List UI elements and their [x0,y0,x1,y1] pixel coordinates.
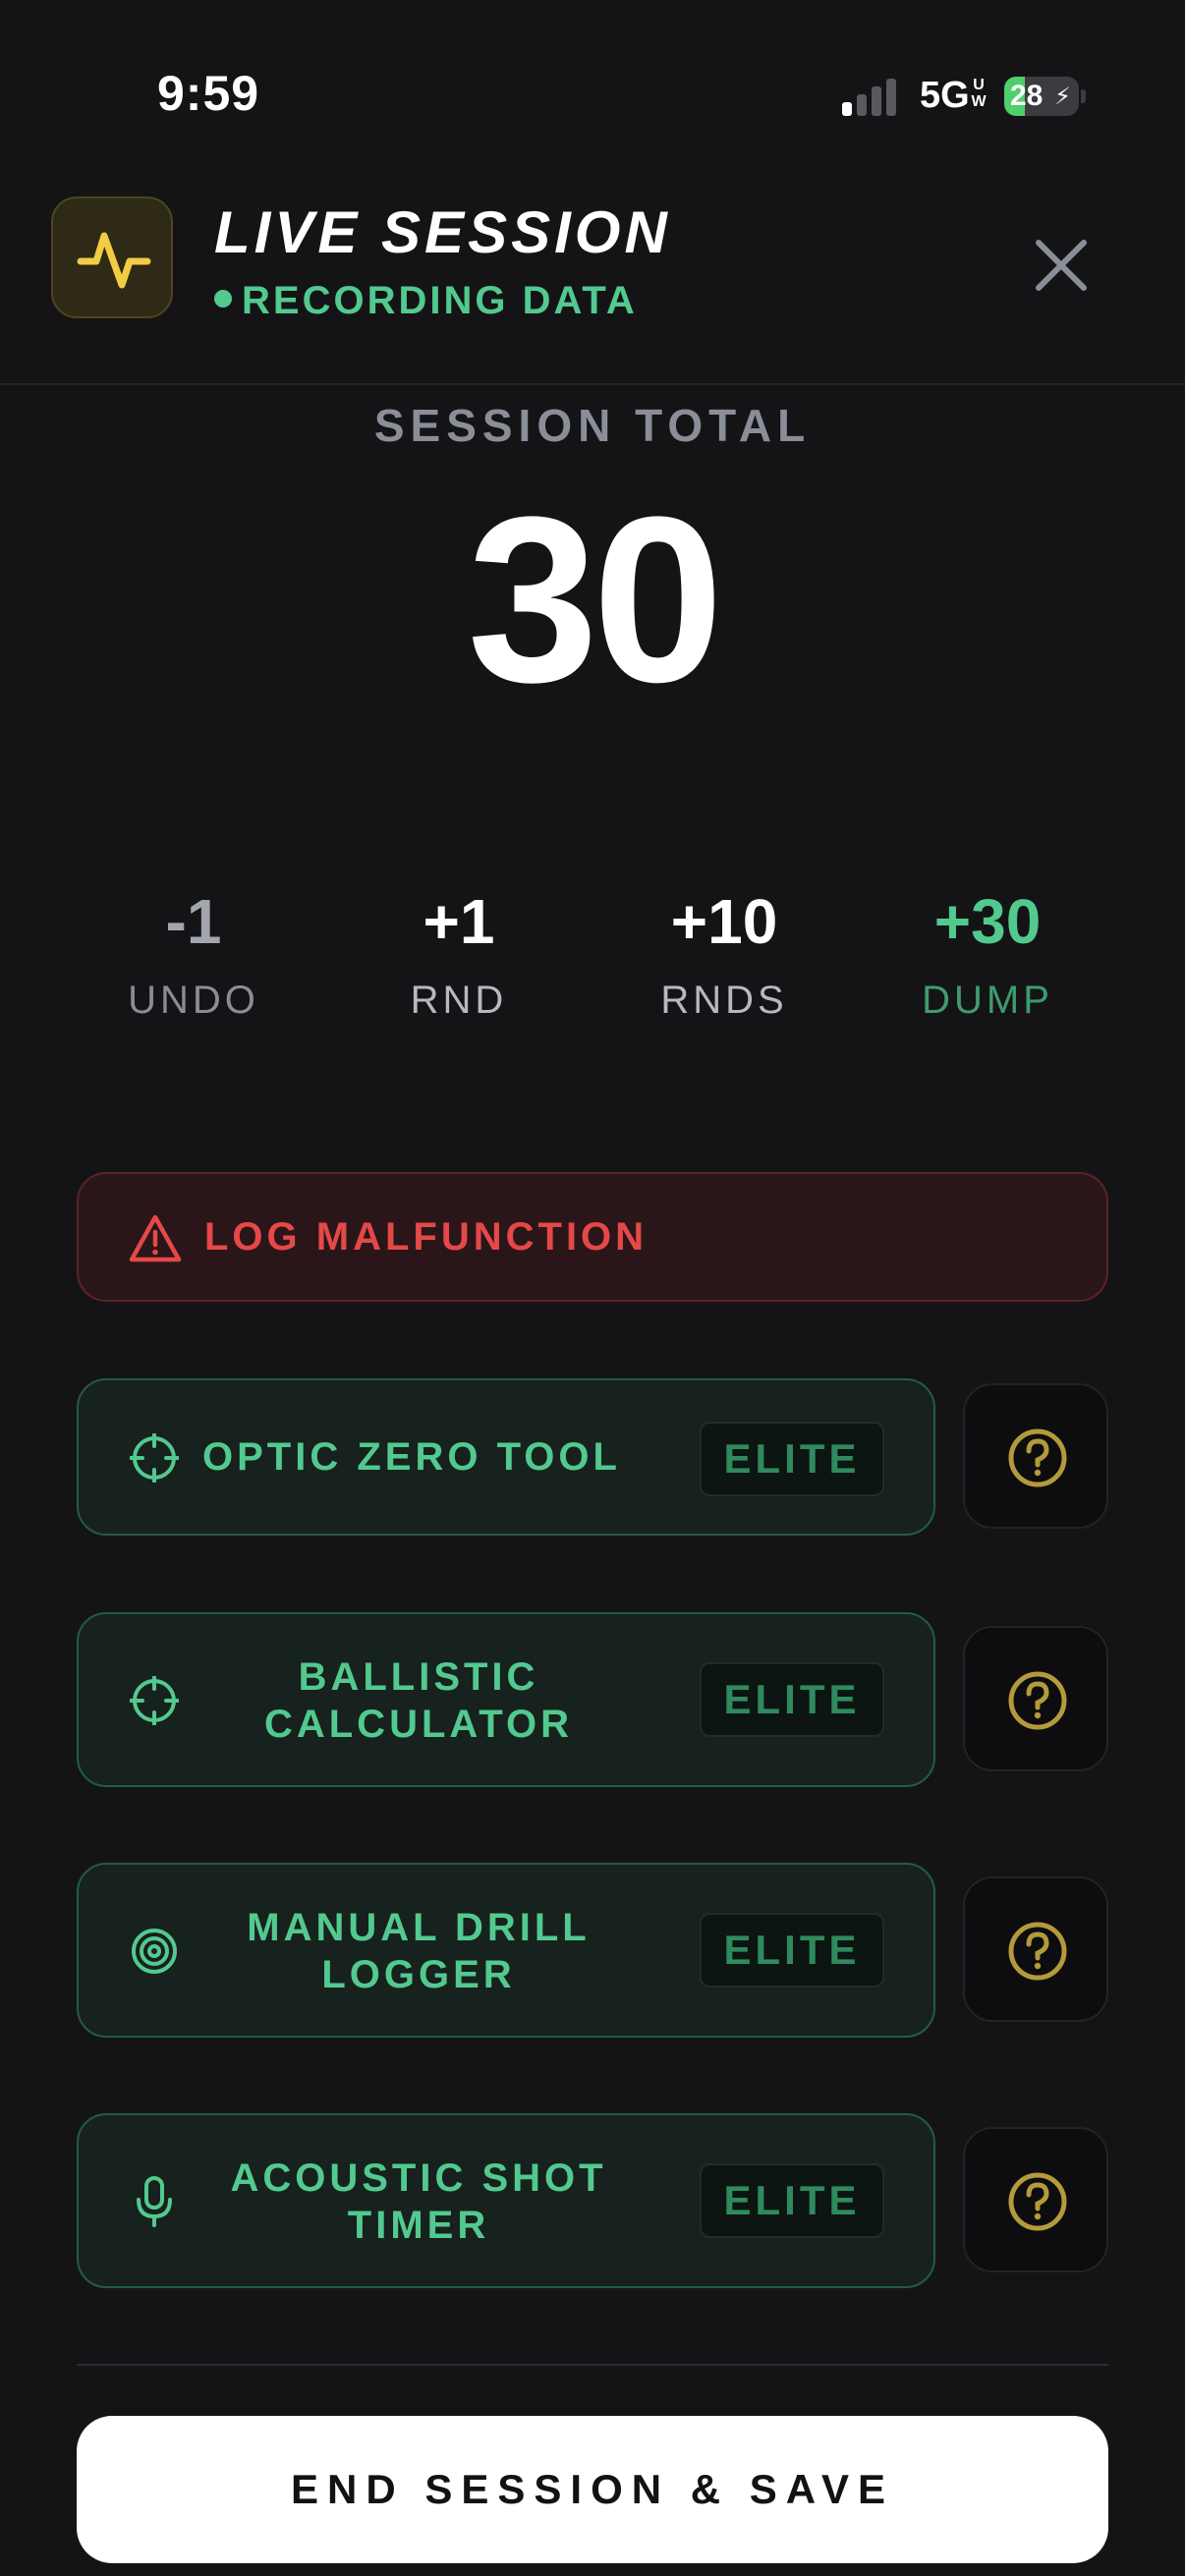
network-uw-badge: U W [971,77,987,110]
activity-pulse-icon [51,196,173,318]
close-icon [1036,240,1087,291]
battery-icon: 28 ⚡︎ [1004,77,1079,116]
counter-label: DUMP [922,979,1053,1022]
counter-value: +30 [933,886,1042,957]
help-question-icon [1008,1671,1067,1730]
elite-badge: ELITE [700,1913,884,1988]
tool-label-line: ACOUSTIC SHOT [230,2156,607,2200]
acoustic-shot-timer-button[interactable]: ACOUSTIC SHOT TIMER ELITE [77,2113,935,2288]
network-sup-top: U [973,77,985,93]
counter-label: RNDS [660,979,788,1022]
counter-value: +1 [423,886,495,957]
elite-badge: ELITE [700,1662,884,1737]
battery-level: 28 [1010,80,1044,112]
tool-label-line: CALCULATOR [263,1703,574,1746]
counter-value: -1 [165,886,222,957]
acoustic-shot-timer-help-button[interactable] [963,2127,1108,2272]
help-question-icon [1008,2172,1067,2231]
optic-zero-tool-button[interactable]: OPTIC ZERO TOOL ELITE [77,1378,935,1536]
optic-zero-help-button[interactable] [963,1383,1108,1529]
ballistic-calculator-button[interactable]: BALLISTIC CALCULATOR ELITE [77,1612,935,1787]
network-type: 5G [920,75,970,116]
help-question-icon [1008,1922,1067,1981]
ballistic-calculator-help-button[interactable] [963,1626,1108,1771]
manual-drill-logger-help-button[interactable] [963,1876,1108,2022]
recording-status-label: RECORDING DATA [242,279,638,322]
crosshair-icon [130,1433,179,1483]
dump-30-button[interactable]: +30 DUMP [865,884,1110,1023]
manual-drill-logger-button[interactable]: MANUAL DRILL LOGGER ELITE [77,1863,935,2038]
tool-label: BALLISTIC CALCULATOR [202,1653,635,1748]
tool-label: OPTIC ZERO TOOL [202,1435,621,1479]
session-total-label: SESSION TOTAL [373,400,812,451]
counter-label: RND [410,979,508,1022]
close-button[interactable] [1022,226,1100,305]
end-session-save-button[interactable]: END SESSION & SAVE [77,2416,1108,2563]
counter-label: UNDO [128,979,259,1022]
page-title: LIVE SESSION [214,199,671,265]
session-total-value: 30 [467,468,724,731]
recording-dot-icon [214,290,232,308]
tool-label-line: TIMER [347,2204,490,2247]
tool-label: MANUAL DRILL LOGGER [202,1904,635,1998]
network-sup-bottom: W [971,93,987,110]
tool-label-line: MANUAL DRILL [247,1906,591,1949]
undo-button[interactable]: -1 UNDO [71,884,316,1023]
add-1-round-button[interactable]: +1 RND [336,884,582,1023]
tool-label-line: BALLISTIC [298,1655,539,1699]
charging-bolt-icon: ⚡︎ [1054,84,1071,110]
signal-strength-icon [842,77,901,116]
app-header: LIVE SESSION RECORDING DATA [0,187,1185,385]
elite-badge: ELITE [700,1422,884,1496]
log-malfunction-button[interactable]: LOG MALFUNCTION [77,1172,1108,1302]
battery-nub [1081,89,1086,103]
recording-status: RECORDING DATA [214,279,638,323]
log-malfunction-label: LOG MALFUNCTION [204,1215,649,1259]
microphone-icon [137,2176,172,2227]
tool-label: ACOUSTIC SHOT TIMER [202,2155,635,2249]
crosshair-icon [130,1676,179,1725]
footer-divider [77,2364,1108,2366]
status-bar: 9:59 5G U W 28 ⚡︎ [0,0,1185,187]
status-time: 9:59 [157,66,260,121]
add-10-rounds-button[interactable]: +10 RNDS [601,884,847,1023]
warning-triangle-icon [129,1214,182,1262]
counter-value: +10 [670,886,778,957]
tool-label-line: LOGGER [321,1953,516,1996]
target-icon [132,1929,177,1974]
help-question-icon [1008,1428,1067,1487]
elite-badge: ELITE [700,2163,884,2238]
